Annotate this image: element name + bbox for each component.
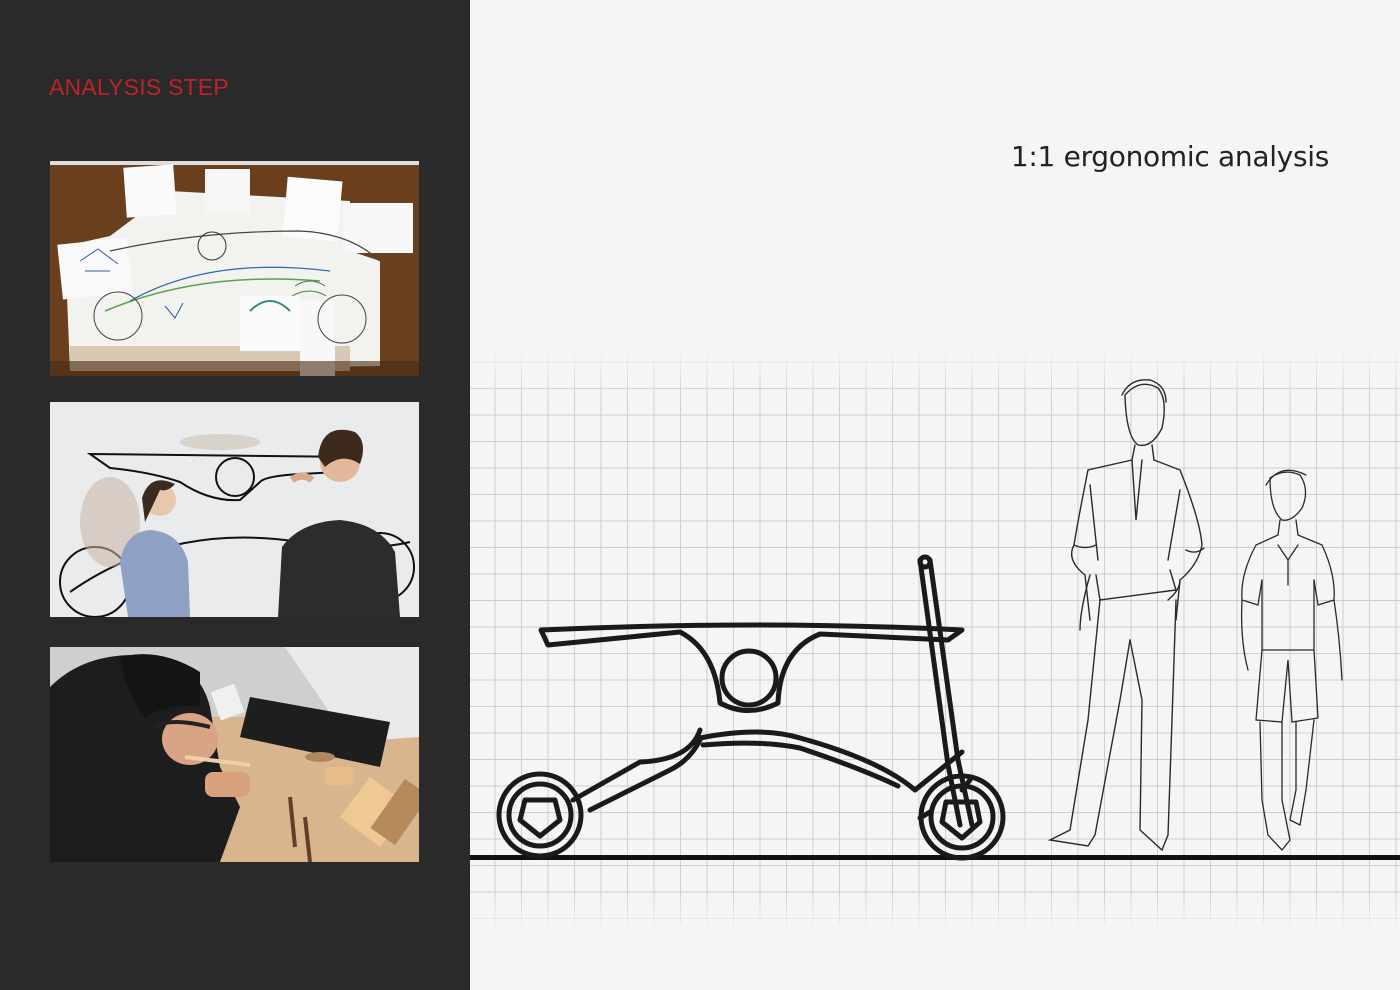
ergonomic-drawing — [470, 345, 1400, 935]
right-panel: 1:1 ergonomic analysis — [470, 0, 1400, 990]
ground-line — [470, 855, 1400, 860]
adult-figure — [1047, 379, 1205, 852]
left-panel: ANALYSIS STEP — [0, 0, 470, 990]
section-title: ANALYSIS STEP — [49, 74, 229, 100]
wood-carving-photo — [50, 647, 419, 862]
child-figure — [1240, 469, 1343, 851]
sketch-board-photo — [50, 161, 419, 376]
team-drawing-photo — [50, 402, 419, 617]
